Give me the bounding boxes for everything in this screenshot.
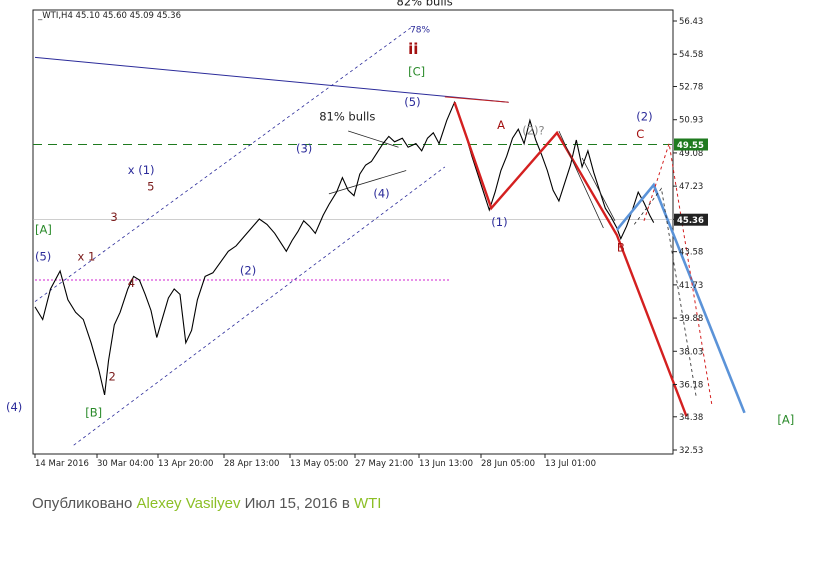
- y-tick-label: 52.78: [679, 83, 703, 93]
- x-axis: 14 Mar 2016 30 Mar 04:00 13 Apr 20:00 28 Ap…: [34, 454, 596, 469]
- x-tick-label: 13 Jul 01:00: [545, 459, 596, 469]
- y-tick-label: 41.73: [679, 281, 703, 291]
- x-tick-label: 14 Mar 2016: [35, 459, 89, 469]
- price-marker-label: 49.55: [677, 141, 704, 151]
- wave-label: 81% bulls: [319, 109, 375, 123]
- wave-label: 4: [128, 276, 135, 290]
- wave-label: C: [636, 127, 644, 141]
- wave-label: (2): [636, 109, 652, 123]
- wave-label: [A]: [777, 413, 794, 427]
- publication-footer: Опубликовано Alexey Vasilyev Июл 15, 201…: [32, 495, 381, 512]
- y-tick-label: 47.23: [679, 182, 703, 192]
- y-tick-label: 36.18: [679, 380, 703, 390]
- footer-date: Июл 15, 2016 в: [244, 495, 350, 512]
- x-tick-label: 28 Jun 05:00: [481, 459, 535, 469]
- wave-label: (5): [404, 95, 420, 109]
- plot-frame: [32, 9, 674, 455]
- y-tick-label: 38.03: [679, 347, 703, 357]
- wave-label: x 1: [78, 249, 96, 263]
- symbol-header: _WTI,H4 45.10 45.60 45.09 45.36: [37, 11, 181, 21]
- x-tick-label: 13 Jun 13:00: [419, 459, 473, 469]
- author-link[interactable]: Alexey Vasilyev: [137, 495, 241, 512]
- wave-label: A: [497, 118, 505, 132]
- wave-label: (2): [240, 264, 256, 278]
- wave-label: [A]: [35, 222, 52, 236]
- chart: _WTI,H4 45.10 45.60 45.09 45.36 82% bull…: [6, 0, 794, 469]
- wave-label: (1): [491, 215, 507, 229]
- wave-label: ii: [408, 40, 418, 58]
- wave-label: [C]: [408, 64, 425, 78]
- y-tick-label: 50.93: [679, 116, 703, 126]
- wave-label: [B]: [85, 405, 102, 419]
- wave-label: (4): [373, 186, 389, 200]
- wave-label: (3): [296, 142, 312, 156]
- wave-label: 78%: [410, 25, 430, 35]
- y-tick-label: 54.58: [679, 50, 703, 60]
- wave-label: x (1): [128, 163, 155, 177]
- y-tick-label: 43.58: [679, 248, 703, 258]
- x-tick-label: 13 May 05:00: [290, 459, 348, 469]
- wave-label: 2: [108, 370, 115, 384]
- x-tick-label: 28 Apr 13:00: [224, 459, 279, 469]
- price-marker-label: 45.36: [677, 216, 704, 226]
- symbol-link[interactable]: WTI: [354, 495, 382, 512]
- y-tick-label: 39.88: [679, 314, 703, 324]
- wave-label: (5): [35, 249, 51, 263]
- wave-label: B: [617, 240, 625, 254]
- y-tick-label: 34.38: [679, 413, 703, 423]
- wave-label: (4): [6, 400, 22, 414]
- footer-prefix: Опубликовано: [32, 495, 133, 512]
- y-tick-label: 32.53: [679, 446, 703, 456]
- y-tick-label: 56.43: [679, 17, 703, 27]
- x-tick-label: 30 Mar 04:00: [97, 459, 154, 469]
- x-tick-label: 27 May 21:00: [355, 459, 413, 469]
- wave-label: 3: [110, 210, 117, 224]
- x-tick-label: 13 Apr 20:00: [158, 459, 213, 469]
- wave-label: (2)?: [522, 124, 544, 138]
- wave-label: 82% bulls: [397, 0, 453, 8]
- wave-label: 5: [147, 179, 154, 193]
